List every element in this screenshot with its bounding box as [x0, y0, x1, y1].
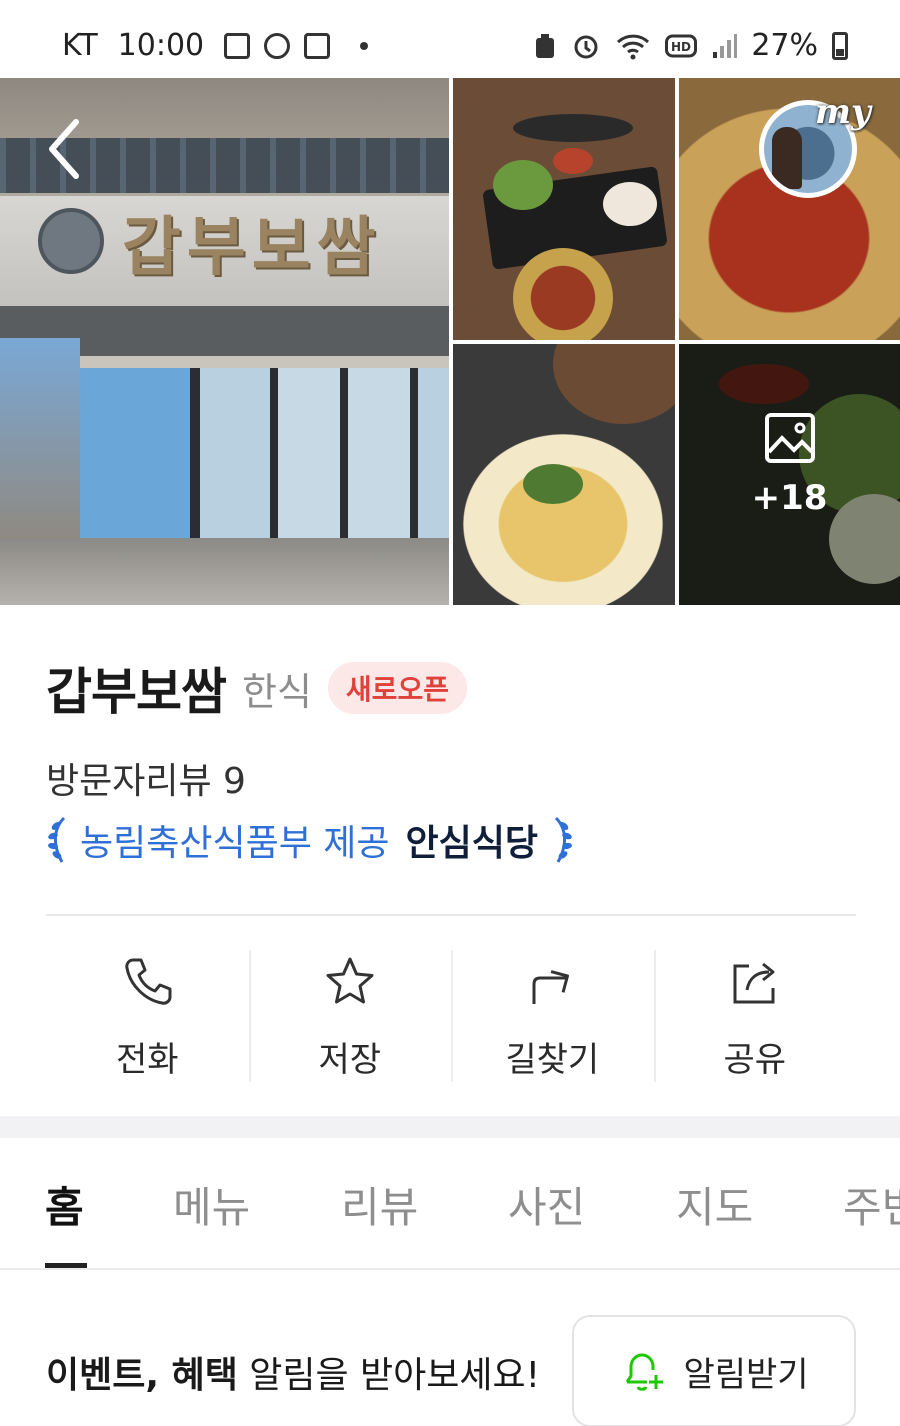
- status-right: HD 27%: [533, 28, 848, 63]
- alarm-icon: [574, 35, 598, 58]
- notify-prompt-rest: 알림을 받아보세요!: [237, 1355, 541, 1396]
- hd-icon: HD: [665, 34, 698, 57]
- photo-food-3[interactable]: [453, 344, 675, 605]
- share-icon: [733, 962, 775, 1004]
- shield-hex-icon: [264, 32, 291, 59]
- laurel-right-icon: [554, 816, 572, 863]
- battery-percent: 27%: [751, 28, 818, 63]
- directions-icon: [532, 970, 570, 1004]
- section-gap: [0, 1116, 900, 1138]
- notify-button-label: 알림받기: [683, 1354, 809, 1395]
- tab-map[interactable]: 지도: [676, 1174, 753, 1235]
- safe-restaurant-badge[interactable]: 농림축산식품부 제공 안심식당: [44, 814, 576, 866]
- safe-restaurant-name: 안심식당: [405, 823, 539, 864]
- photo-food-1[interactable]: [453, 78, 675, 340]
- save-label: 저장: [318, 1040, 382, 1080]
- call-button[interactable]: 전화: [46, 950, 249, 1082]
- safe-provider: 농림축산식품부 제공: [80, 823, 390, 864]
- photo-food-2[interactable]: my: [679, 78, 900, 340]
- new-open-badge: 새로오픈: [327, 662, 467, 714]
- bell-plus-icon: [626, 1353, 664, 1391]
- place-name: 갑부보쌈: [46, 663, 227, 721]
- clock: 10:00: [117, 28, 205, 63]
- battery-icon: [832, 31, 848, 60]
- photo-food-4[interactable]: +18: [679, 344, 900, 605]
- divider: [46, 914, 856, 916]
- signal-icon: [713, 33, 738, 58]
- place-category: 한식: [242, 669, 312, 714]
- photo-storefront[interactable]: 갑부보쌈: [0, 78, 449, 605]
- tab-photo[interactable]: 사진: [508, 1174, 585, 1235]
- wifi-icon: [617, 34, 650, 59]
- share-label: 공유: [723, 1040, 787, 1080]
- tab-menu[interactable]: 메뉴: [173, 1174, 250, 1235]
- tab-nearby[interactable]: 주변: [843, 1174, 900, 1235]
- laurel-left-icon: [48, 816, 66, 863]
- image-icon: [764, 412, 815, 463]
- chevron-left-icon: [49, 119, 79, 179]
- star-icon: [326, 957, 374, 1004]
- tab-home[interactable]: 홈: [45, 1174, 84, 1235]
- save-button[interactable]: 저장: [248, 950, 452, 1082]
- more-photos-overlay[interactable]: +18: [679, 344, 900, 605]
- tab-active-indicator: [45, 1263, 87, 1268]
- phone-icon: [125, 958, 172, 1005]
- status-left: KT 10:00: [62, 28, 369, 63]
- notify-prompt-bold: 이벤트, 혜택: [46, 1355, 238, 1396]
- directions-button[interactable]: 길찾기: [451, 950, 654, 1082]
- dot-icon: [360, 41, 369, 50]
- gallery-icon: [224, 32, 251, 59]
- naver-calendar-icon: [304, 32, 331, 59]
- storefront-sign-text: 갑부보쌈: [122, 211, 382, 285]
- my-label: my: [815, 92, 871, 132]
- carrier-label: KT: [62, 28, 98, 63]
- photo-gallery: 갑부보쌈 my +18: [0, 78, 900, 605]
- notify-button[interactable]: 알림받기: [572, 1315, 856, 1426]
- share-button[interactable]: 공유: [653, 950, 857, 1082]
- back-button[interactable]: [40, 114, 90, 184]
- place-title-row: 갑부보쌈 한식 새로오픈: [46, 652, 467, 724]
- call-label: 전화: [115, 1040, 179, 1080]
- visitor-review-count[interactable]: 방문자리뷰 9: [46, 752, 246, 804]
- tab-bar: 홈 메뉴 리뷰 사진 지도 주변: [0, 1138, 900, 1270]
- battery-lock-icon: [536, 33, 555, 58]
- status-bar: KT 10:00 HD 27%: [0, 0, 900, 78]
- action-bar: 전화 저장 길찾기 공유: [46, 950, 856, 1082]
- directions-label: 길찾기: [505, 1040, 600, 1080]
- notify-prompt: 이벤트, 혜택 알림을 받아보세요!: [46, 1346, 540, 1398]
- svg-text:HD: HD: [671, 40, 691, 54]
- more-photos-count: +18: [751, 477, 828, 518]
- tab-review[interactable]: 리뷰: [341, 1174, 418, 1235]
